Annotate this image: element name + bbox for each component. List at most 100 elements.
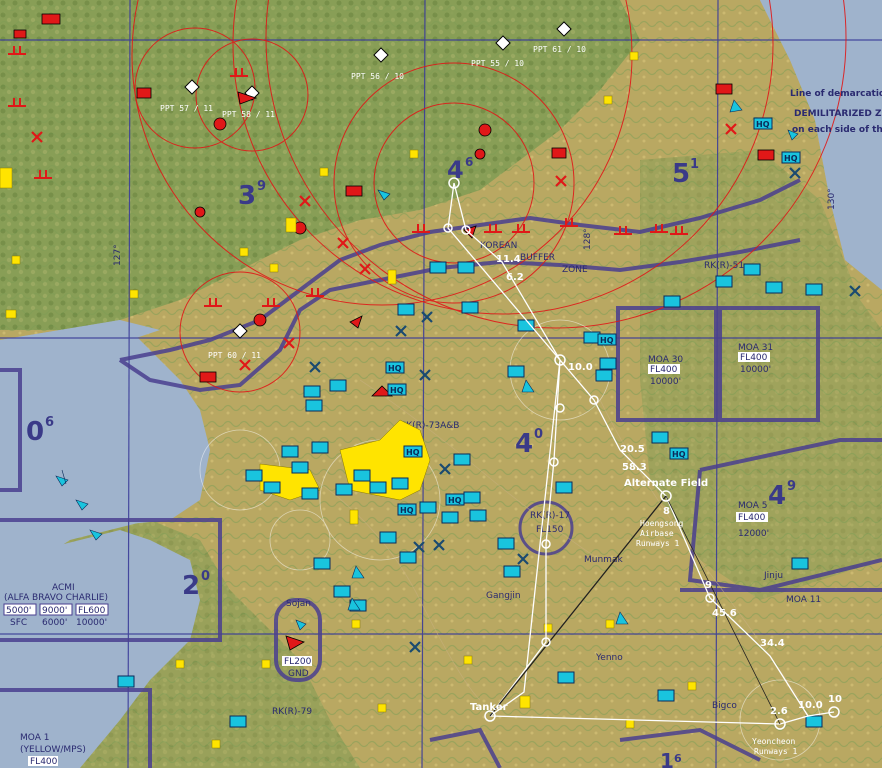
friendly-unit-icon	[305, 399, 323, 412]
dmz-note-2: DEMILITARIZED ZON	[794, 109, 882, 119]
city-marker	[5, 309, 17, 319]
svg-text:HQ: HQ	[672, 450, 686, 459]
svg-text:FL200: FL200	[284, 657, 312, 667]
svg-text:9: 9	[257, 179, 266, 194]
svg-text:9: 9	[787, 479, 796, 494]
city-marker	[175, 659, 185, 669]
friendly-unit-icon	[517, 319, 535, 332]
sam-site-icon	[478, 123, 492, 137]
friendly-unit-icon	[369, 481, 387, 494]
svg-text:HQ: HQ	[784, 154, 798, 163]
friendly-unit-icon	[555, 481, 573, 494]
route-label: 9	[705, 580, 712, 591]
friendly-unit-icon	[765, 281, 783, 294]
friendly-unit-icon	[379, 531, 397, 544]
svg-text:GND: GND	[288, 669, 309, 679]
sam-site-icon	[213, 117, 227, 131]
grid-label-3: 3	[238, 181, 256, 211]
tactical-map[interactable]: 4 6 5 1 3 9 0 6 4 0 4 9 2 0 1 6 Line of …	[0, 0, 882, 768]
enemy-unit-icon	[199, 371, 217, 383]
enemy-unit-icon	[715, 83, 733, 95]
svg-text:FL400: FL400	[650, 365, 678, 375]
svg-text:Gangjin: Gangjin	[486, 591, 521, 601]
ppt-label: PPT 61 / 10	[533, 45, 586, 54]
friendly-unit-icon	[399, 551, 417, 564]
fl150-label: FL150	[536, 525, 564, 535]
friendly-unit-icon	[507, 365, 525, 378]
enemy-unit-icon	[345, 185, 363, 197]
hq-icon: HQ	[397, 503, 417, 516]
hq-icon: HQ	[669, 447, 689, 460]
sam-site-icon	[474, 148, 486, 160]
svg-text:6: 6	[45, 415, 54, 430]
svg-text:HQ: HQ	[448, 496, 462, 505]
city-marker	[351, 619, 361, 629]
lon130-label: 130°	[827, 188, 837, 210]
svg-text:FL400: FL400	[30, 757, 58, 767]
city-marker	[605, 619, 615, 629]
enemy-unit-icon	[757, 149, 775, 161]
city-marker	[239, 247, 249, 257]
friendly-unit-icon	[461, 301, 479, 314]
friendly-unit-icon	[715, 275, 733, 288]
friendly-unit-icon	[557, 671, 575, 684]
dmz-note-1: Line of demarcatio	[790, 89, 882, 99]
route-label: 6.2	[506, 272, 524, 283]
svg-text:HQ: HQ	[388, 364, 402, 373]
friendly-unit-icon	[743, 263, 761, 276]
svg-text:5000': 5000'	[6, 606, 31, 616]
friendly-unit-icon	[301, 487, 319, 500]
zone-label: ZONE	[562, 265, 588, 275]
rkr79-label: RK(R)-79	[272, 707, 312, 717]
friendly-unit-icon	[419, 501, 437, 514]
friendly-unit-icon	[663, 295, 681, 308]
svg-text:Runways 1: Runways 1	[636, 539, 680, 548]
friendly-unit-icon	[805, 715, 823, 728]
city-marker	[129, 289, 139, 299]
svg-text:0: 0	[534, 427, 543, 442]
friendly-unit-icon	[329, 379, 347, 392]
grid-label-4: 0	[26, 417, 44, 447]
route-label: 20.5	[620, 444, 645, 455]
route-label: 11.4	[496, 254, 521, 265]
friendly-unit-icon	[429, 261, 447, 274]
map-canvas: 4 6 5 1 3 9 0 6 4 0 4 9 2 0 1 6 Line of …	[0, 0, 882, 768]
moa1-label: MOA 1	[20, 733, 49, 743]
city-marker	[0, 167, 13, 189]
city-marker	[269, 263, 279, 273]
city-marker	[319, 167, 329, 177]
svg-text:SFC: SFC	[10, 618, 27, 628]
svg-text:Runways 1: Runways 1	[754, 747, 798, 756]
friendly-unit-icon	[117, 675, 135, 688]
grid-label-8: 1	[660, 749, 674, 768]
acmi-title: ACMI	[52, 583, 75, 593]
city-marker	[285, 217, 297, 233]
lon127-label: 127°	[113, 244, 123, 266]
route-label: 10.0	[798, 700, 823, 711]
enemy-unit-icon	[41, 13, 61, 25]
svg-text:Jinju: Jinju	[763, 571, 783, 581]
friendly-unit-icon	[229, 715, 247, 728]
svg-text:6000': 6000'	[42, 618, 67, 628]
friendly-unit-icon	[291, 461, 309, 474]
city-marker	[11, 255, 21, 265]
friendly-unit-icon	[599, 357, 617, 370]
friendly-unit-icon	[463, 491, 481, 504]
city-marker	[463, 655, 473, 665]
friendly-unit-icon	[453, 453, 471, 466]
city-marker	[629, 51, 639, 61]
svg-text:10000': 10000'	[76, 618, 107, 628]
svg-text:Airbase: Airbase	[640, 529, 674, 538]
svg-text:Yeoncheon: Yeoncheon	[752, 737, 796, 746]
friendly-unit-icon	[303, 385, 321, 398]
svg-text:0: 0	[201, 569, 210, 584]
friendly-unit-icon	[281, 445, 299, 458]
ppt-label: PPT 55 / 10	[471, 59, 524, 68]
ppt-label: PPT 58 / 11	[222, 110, 275, 119]
route-label: 58.3	[622, 462, 647, 473]
route-label: 45.6	[712, 608, 737, 619]
friendly-unit-icon	[441, 511, 459, 524]
sam-site-icon	[253, 313, 267, 327]
svg-text:FL400: FL400	[738, 513, 766, 523]
friendly-unit-icon	[245, 469, 263, 482]
